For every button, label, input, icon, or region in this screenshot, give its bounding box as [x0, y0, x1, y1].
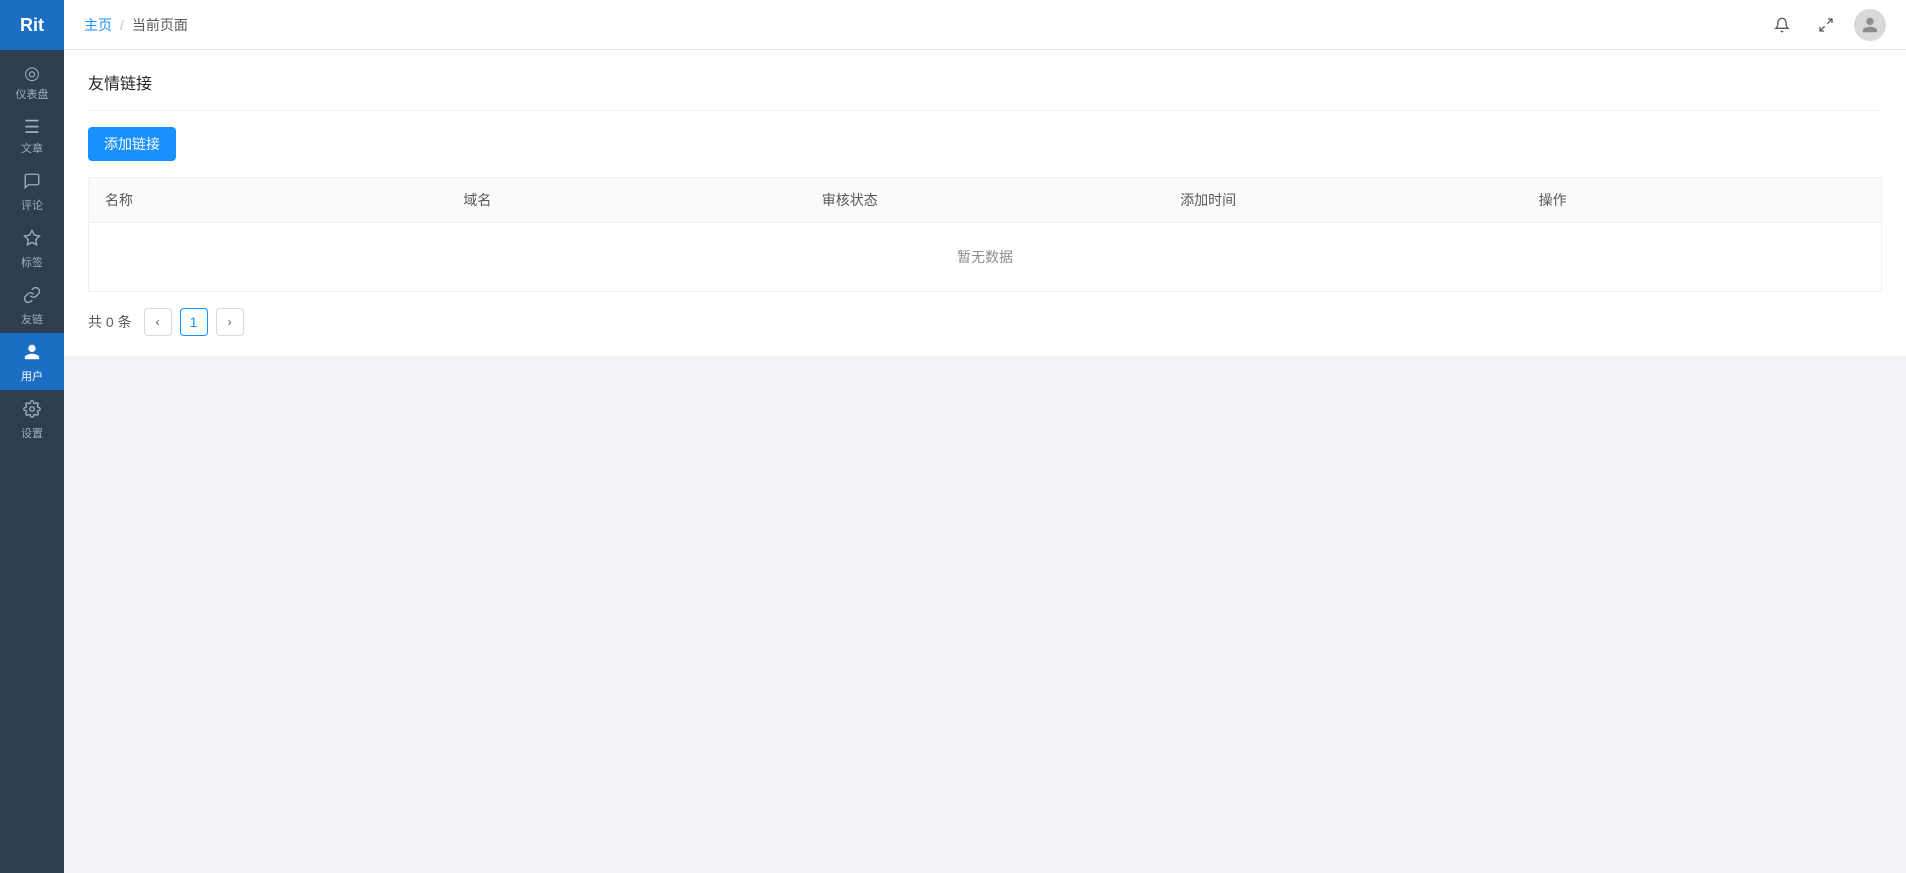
- main-area: 主页 / 当前页面: [64, 0, 1906, 873]
- table-col-status: 审核状态: [806, 178, 1164, 222]
- empty-text: 暂无数据: [957, 223, 1013, 291]
- sidebar: Rit ◎ 仪表盘 ☰ 文章 评论 标签 友链: [0, 0, 64, 873]
- page-card: 友情链接 添加链接 名称 域名 审核状态 添加时间 操作 暂无数据 共 0 条 …: [64, 50, 1906, 356]
- fullscreen-icon: [1818, 17, 1834, 33]
- sidebar-item-friends[interactable]: 友链: [0, 276, 64, 333]
- users-icon: [23, 343, 41, 364]
- articles-icon: ☰: [24, 118, 40, 136]
- settings-icon: [23, 400, 41, 421]
- table-header: 名称 域名 审核状态 添加时间 操作: [89, 178, 1881, 223]
- sidebar-item-users[interactable]: 用户: [0, 333, 64, 390]
- table: 名称 域名 审核状态 添加时间 操作 暂无数据: [88, 177, 1882, 292]
- sidebar-item-settings[interactable]: 设置: [0, 390, 64, 447]
- sidebar-label-comments: 评论: [21, 197, 43, 213]
- table-col-domain: 域名: [447, 178, 805, 222]
- breadcrumb: 主页 / 当前页面: [84, 15, 188, 35]
- friends-icon: [23, 286, 41, 307]
- pagination: 共 0 条 ‹ 1 ›: [88, 308, 1882, 336]
- sidebar-label-settings: 设置: [21, 425, 43, 441]
- sidebar-label-articles: 文章: [21, 140, 43, 156]
- pagination-prev-button[interactable]: ‹: [144, 308, 172, 336]
- comments-icon: [23, 172, 41, 193]
- add-link-button[interactable]: 添加链接: [88, 127, 176, 161]
- header-actions: [1766, 9, 1886, 41]
- breadcrumb-home[interactable]: 主页: [84, 15, 112, 35]
- fullscreen-button[interactable]: [1810, 9, 1842, 41]
- logo-text: Rit: [20, 15, 44, 36]
- sidebar-item-dashboard[interactable]: ◎ 仪表盘: [0, 54, 64, 108]
- bell-icon: [1774, 17, 1790, 33]
- sidebar-logo: Rit: [0, 0, 64, 50]
- table-col-created-at: 添加时间: [1164, 178, 1522, 222]
- pagination-current-page[interactable]: 1: [180, 308, 208, 336]
- breadcrumb-current: 当前页面: [132, 15, 188, 35]
- sidebar-item-articles[interactable]: ☰ 文章: [0, 108, 64, 162]
- pagination-next-button[interactable]: ›: [216, 308, 244, 336]
- header: 主页 / 当前页面: [64, 0, 1906, 50]
- page-title: 友情链接: [88, 70, 1882, 111]
- table-col-name: 名称: [89, 178, 447, 222]
- pagination-total: 共 0 条: [88, 312, 132, 332]
- sidebar-label-dashboard: 仪表盘: [16, 86, 49, 102]
- dashboard-icon: ◎: [24, 64, 40, 82]
- breadcrumb-separator: /: [120, 17, 124, 33]
- tags-icon: [23, 229, 41, 250]
- sidebar-label-friends: 友链: [21, 311, 43, 327]
- table-col-actions: 操作: [1523, 178, 1881, 222]
- avatar-icon: [1861, 16, 1879, 34]
- user-avatar[interactable]: [1854, 9, 1886, 41]
- sidebar-item-comments[interactable]: 评论: [0, 162, 64, 219]
- sidebar-label-users: 用户: [21, 368, 43, 384]
- sidebar-label-tags: 标签: [21, 254, 43, 270]
- table-body: 暂无数据: [89, 223, 1881, 291]
- sidebar-item-tags[interactable]: 标签: [0, 219, 64, 276]
- content-area: 友情链接 添加链接 名称 域名 审核状态 添加时间 操作 暂无数据 共 0 条 …: [64, 50, 1906, 873]
- notification-button[interactable]: [1766, 9, 1798, 41]
